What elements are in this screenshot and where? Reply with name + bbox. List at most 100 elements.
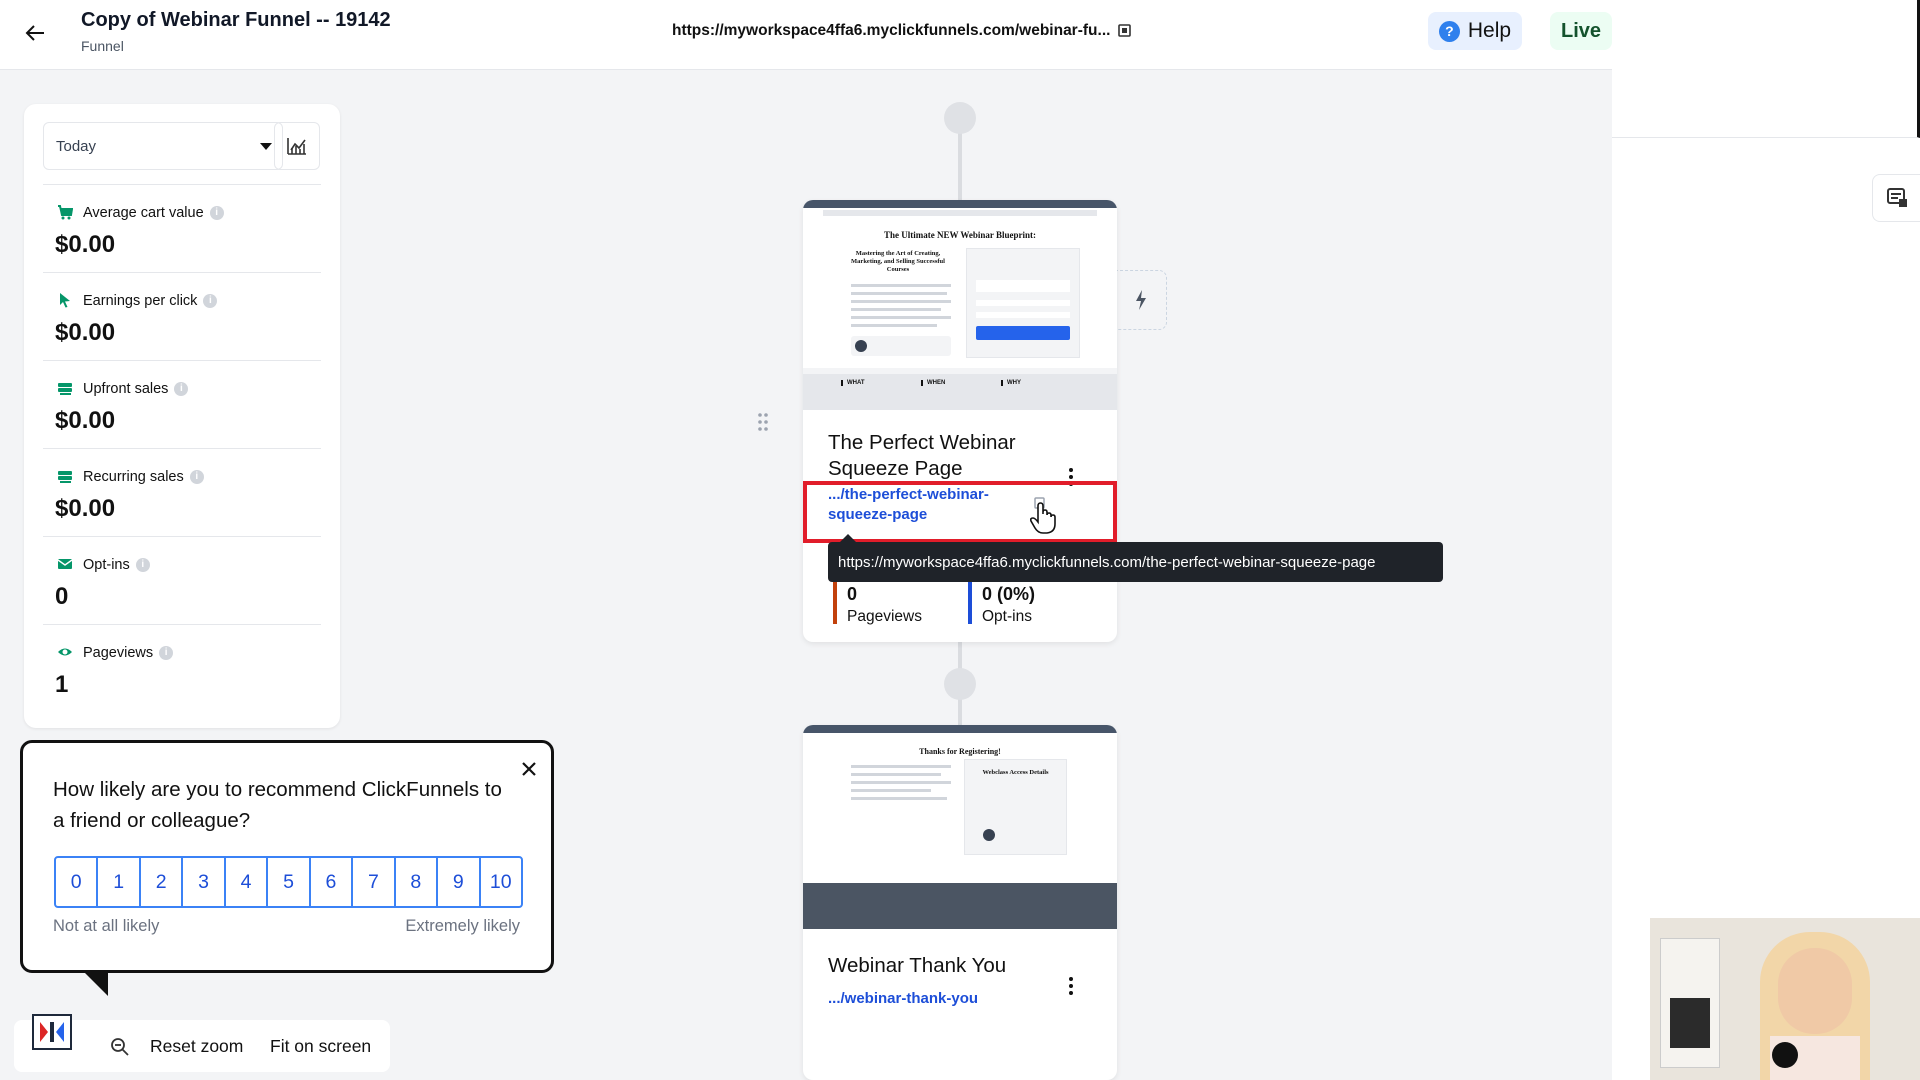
reset-zoom-button[interactable]: Reset zoom xyxy=(150,1036,243,1057)
hand-cursor-icon xyxy=(1029,502,1056,534)
stat-value: $0.00 xyxy=(55,319,116,346)
metric-label: Opt-ins xyxy=(982,608,1032,625)
top-bar: Copy of Webinar Funnel -- 19142 Funnel h… xyxy=(0,0,1612,70)
right-panel-header xyxy=(1612,0,1920,138)
microphone xyxy=(1772,1042,1798,1068)
url-tooltip: https://myworkspace4ffa6.myclickfunnels.… xyxy=(828,542,1443,582)
help-label: Help xyxy=(1467,19,1512,42)
zoom-out-icon[interactable] xyxy=(110,1037,130,1057)
info-icon[interactable]: i xyxy=(189,470,204,484)
thumb-col-why: WHY xyxy=(1001,380,1071,386)
clickfunnels-logo-icon[interactable] xyxy=(32,1014,72,1050)
money-icon xyxy=(57,468,73,489)
mail-icon xyxy=(57,556,73,577)
nps-option-8[interactable]: 8 xyxy=(393,856,439,908)
stat-recurring-sales: Recurring sales i $0.00 xyxy=(43,448,321,536)
nps-option-7[interactable]: 7 xyxy=(351,856,396,908)
chart-icon xyxy=(287,138,306,155)
thumb-headline: The Ultimate NEW Webinar Blueprint: xyxy=(883,230,1036,240)
date-range-value: Today xyxy=(56,137,97,155)
nps-option-3[interactable]: 3 xyxy=(181,856,226,908)
nps-option-9[interactable]: 9 xyxy=(436,856,481,908)
question-icon: ? xyxy=(1438,20,1460,42)
metric-value: 0 xyxy=(847,584,858,604)
close-icon[interactable] xyxy=(519,759,539,779)
drag-handle-icon[interactable] xyxy=(757,412,769,432)
page-thumbnail[interactable]: The Ultimate NEW Webinar Blueprint: Mast… xyxy=(803,200,1117,410)
avatar xyxy=(983,829,995,841)
stat-value: $0.00 xyxy=(55,407,116,434)
cursor-icon xyxy=(57,292,73,313)
page-title-line[interactable]: The Perfect Webinar xyxy=(828,430,1016,456)
money-icon xyxy=(57,380,73,401)
analytics-chart-button[interactable] xyxy=(274,122,320,170)
nps-option-0[interactable]: 0 xyxy=(54,856,99,908)
nps-option-6[interactable]: 6 xyxy=(308,856,354,908)
nps-option-10[interactable]: 10 xyxy=(478,856,523,908)
settings-tool-icon[interactable] xyxy=(1872,174,1920,222)
stat-value: 0 xyxy=(55,583,69,610)
stats-panel: Today Average cart value i $0.00 Earnings… xyxy=(24,104,340,728)
stat-earnings-per-click: Earnings per click i $0.00 xyxy=(43,272,321,360)
funnel-step-card[interactable]: Thanks for Registering! Webclass Access … xyxy=(803,725,1117,1080)
help-button[interactable]: ? Help xyxy=(1428,12,1522,50)
page-thumbnail[interactable]: Thanks for Registering! Webclass Access … xyxy=(803,725,1117,929)
tooltip-arrow xyxy=(840,534,856,542)
date-range-select[interactable]: Today xyxy=(43,122,283,170)
more-options-icon[interactable] xyxy=(1068,977,1074,995)
avatar xyxy=(855,340,867,352)
fit-on-screen-button[interactable]: Fit on screen xyxy=(270,1036,371,1057)
stat-label: Earnings per click xyxy=(83,293,198,309)
info-icon[interactable]: i xyxy=(209,206,224,220)
info-icon[interactable]: i xyxy=(135,558,150,572)
nps-option-5[interactable]: 5 xyxy=(266,856,311,908)
nps-high-label: Extremely likely xyxy=(405,917,520,935)
stat-value: $0.00 xyxy=(55,231,116,258)
stat-value: $0.00 xyxy=(55,495,116,522)
page-slug-link[interactable]: .../webinar-thank-you xyxy=(828,989,978,1009)
stat-label: Upfront sales xyxy=(83,381,169,397)
back-arrow-icon[interactable] xyxy=(20,18,50,48)
thumb-subheadline: Webclass Access Details xyxy=(982,769,1049,776)
webcam-overlay xyxy=(1650,918,1920,1080)
thumb-headline: Thanks for Registering! xyxy=(919,747,1001,756)
info-icon[interactable]: i xyxy=(159,646,174,660)
thumb-subheadline: Mastering the Art of Creating, Marketing… xyxy=(851,250,945,273)
title-block: Copy of Webinar Funnel -- 19142 Funnel xyxy=(81,9,391,54)
stat-upfront-sales: Upfront sales i $0.00 xyxy=(43,360,321,448)
funnel-start-node[interactable] xyxy=(944,102,976,134)
automation-flash-button[interactable] xyxy=(1115,270,1167,330)
stat-value: 1 xyxy=(55,671,69,698)
nps-option-4[interactable]: 4 xyxy=(223,856,269,908)
external-link-icon[interactable] xyxy=(1117,23,1133,39)
funnel-url[interactable]: https://myworkspace4ffa6.myclickfunnels.… xyxy=(672,22,1110,40)
nps-option-2[interactable]: 2 xyxy=(138,856,184,908)
page-title-line[interactable]: Squeeze Page xyxy=(828,456,963,482)
info-icon[interactable]: i xyxy=(174,382,189,396)
stat-label: Average cart value xyxy=(83,205,204,221)
nps-survey-popup: How likely are you to recommend ClickFun… xyxy=(20,740,554,973)
metric-label: Pageviews xyxy=(847,608,922,625)
stat-pageviews: Pageviews i 1 xyxy=(43,624,321,712)
cart-icon xyxy=(57,204,74,225)
thumb-cta xyxy=(976,326,1070,340)
nps-question: How likely are you to recommend ClickFun… xyxy=(53,778,502,832)
thumb-col-when: WHEN xyxy=(921,380,991,386)
stat-average-cart-value: Average cart value i $0.00 xyxy=(43,184,321,272)
stat-label: Recurring sales xyxy=(83,469,184,485)
nps-option-1[interactable]: 1 xyxy=(96,856,141,908)
nps-low-label: Not at all likely xyxy=(53,917,160,935)
caret-down-icon xyxy=(260,143,272,150)
add-step-node[interactable] xyxy=(944,668,976,700)
nps-scale: 0 1 2 3 4 5 6 7 8 9 10 xyxy=(54,856,523,908)
eye-icon xyxy=(57,644,73,665)
info-icon[interactable]: i xyxy=(203,294,218,308)
stat-label: Pageviews xyxy=(83,645,154,661)
page-title-line[interactable]: Webinar Thank You xyxy=(828,953,1006,979)
page-subtitle: Funnel xyxy=(81,38,124,54)
lightning-icon xyxy=(1135,290,1146,310)
thumb-col-what: WHAT xyxy=(841,380,911,386)
stat-opt-ins: Opt-ins i 0 xyxy=(43,536,321,624)
live-badge[interactable]: Live xyxy=(1550,12,1612,50)
nps-popup-tail xyxy=(82,970,108,996)
